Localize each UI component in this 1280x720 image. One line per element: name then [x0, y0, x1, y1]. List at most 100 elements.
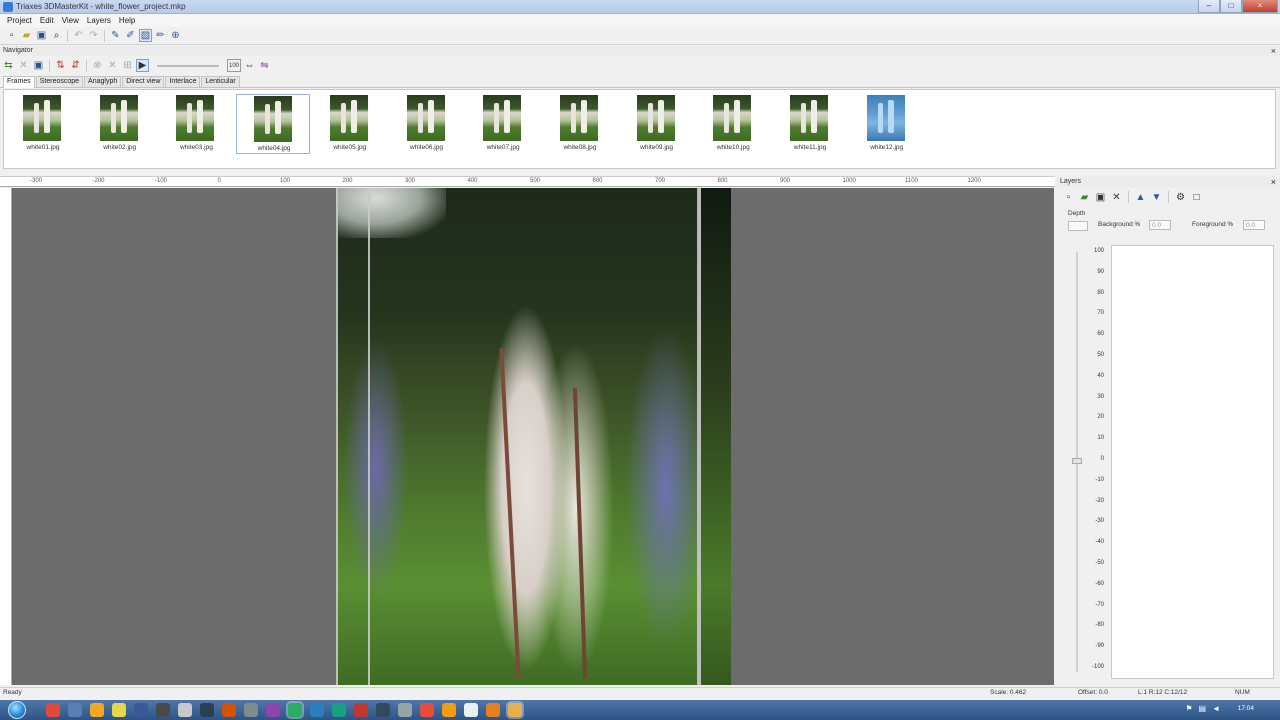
- taskbar-app-icon[interactable]: [46, 703, 60, 717]
- taskbar-app-icon[interactable]: [134, 703, 148, 717]
- flower-image[interactable]: [336, 188, 731, 685]
- taskbar-app-icon[interactable]: [68, 703, 82, 717]
- move-layer-down-icon[interactable]: ▼: [1150, 191, 1163, 204]
- eraser-tool-icon[interactable]: ✏: [154, 29, 167, 42]
- menu-view[interactable]: View: [58, 14, 83, 27]
- sort-up-icon[interactable]: ⇵: [69, 59, 82, 72]
- frame-thumbnail[interactable]: white11.jpg: [773, 94, 847, 154]
- frame-name: white11.jpg: [793, 144, 827, 151]
- zoom-value[interactable]: 100: [227, 59, 241, 72]
- add-frames-icon[interactable]: ⇆: [2, 59, 15, 72]
- taskbar-app-icon[interactable]: [376, 703, 390, 717]
- frame-thumbnail[interactable]: white06.jpg: [390, 94, 464, 154]
- frame-thumbnail[interactable]: white10.jpg: [696, 94, 770, 154]
- taskbar-app-icon[interactable]: [332, 703, 346, 717]
- taskbar-app-icon[interactable]: [508, 703, 522, 717]
- sort-down-icon[interactable]: ⇅: [54, 59, 67, 72]
- taskbar-app-icon[interactable]: [156, 703, 170, 717]
- open-folder-icon[interactable]: ▰: [20, 29, 33, 42]
- frame-thumbnail[interactable]: white12.jpg: [850, 94, 924, 154]
- tab-frames[interactable]: Frames: [3, 76, 35, 88]
- play-icon[interactable]: ▶: [136, 59, 149, 72]
- background-input[interactable]: 0.0: [1149, 220, 1171, 230]
- depth-scale-label: -40: [1095, 539, 1104, 546]
- network-icon[interactable]: ▤: [1199, 704, 1207, 713]
- taskbar-app-icon[interactable]: [200, 703, 214, 717]
- frame-thumbnail[interactable]: white08.jpg: [543, 94, 617, 154]
- layer-list[interactable]: [1111, 245, 1274, 679]
- frame-thumbnail[interactable]: white01.jpg: [6, 94, 80, 154]
- taskbar-app-icon[interactable]: [112, 703, 126, 717]
- tab-anaglyph[interactable]: Anaglyph: [84, 76, 122, 87]
- crop-guide-left[interactable]: [336, 188, 338, 685]
- tab-direct-view[interactable]: Direct view: [122, 76, 165, 87]
- frame-thumbnail[interactable]: white09.jpg: [620, 94, 694, 154]
- minimize-button[interactable]: –: [1198, 0, 1220, 13]
- zoom-slider[interactable]: [157, 64, 219, 67]
- taskbar-app-icon[interactable]: [354, 703, 368, 717]
- view-mode-icon[interactable]: ⇔: [243, 59, 256, 72]
- taskbar-app-icon[interactable]: [464, 703, 478, 717]
- save-frames-icon[interactable]: ▣: [32, 59, 45, 72]
- remove-frame-icon[interactable]: ✕: [17, 59, 30, 72]
- layer-settings-icon[interactable]: ⚙: [1174, 191, 1187, 204]
- start-button[interactable]: [8, 701, 26, 719]
- menu-layers[interactable]: Layers: [83, 14, 115, 27]
- taskbar-app-icon[interactable]: [244, 703, 258, 717]
- pencil-tool-icon[interactable]: ✎: [109, 29, 122, 42]
- frame-thumbnail[interactable]: white03.jpg: [159, 94, 233, 154]
- taskbar-app-icon[interactable]: [486, 703, 500, 717]
- new-file-icon[interactable]: ▫: [5, 29, 18, 42]
- taskbar-app-icon[interactable]: [90, 703, 104, 717]
- print-preview-icon[interactable]: ⌕: [50, 29, 63, 42]
- tab-lenticular[interactable]: Lenticular: [201, 76, 240, 87]
- flag-icon[interactable]: ⚑: [1185, 704, 1192, 713]
- brush-tool-icon[interactable]: ✐: [124, 29, 137, 42]
- move-layer-up-icon[interactable]: ▲: [1134, 191, 1147, 204]
- align-icon[interactable]: ⊗: [91, 59, 104, 72]
- menu-edit[interactable]: Edit: [36, 14, 58, 27]
- new-layer-icon[interactable]: ▫: [1062, 191, 1075, 204]
- tab-interlace[interactable]: Interlace: [165, 76, 201, 87]
- image-workspace[interactable]: [12, 188, 1054, 685]
- taskbar-app-icon[interactable]: [222, 703, 236, 717]
- crop-guide-right[interactable]: [697, 188, 699, 685]
- crop-icon[interactable]: ✕: [106, 59, 119, 72]
- frame-thumbnail[interactable]: white04.jpg: [236, 94, 311, 154]
- rotate-icon[interactable]: ⊞: [121, 59, 134, 72]
- foreground-input[interactable]: 0.0: [1243, 220, 1265, 230]
- depth-scale-label: -20: [1095, 497, 1104, 504]
- frame-thumbnail[interactable]: white07.jpg: [466, 94, 540, 154]
- taskbar-app-icon[interactable]: [266, 703, 280, 717]
- layer-blank-icon[interactable]: □: [1190, 191, 1203, 204]
- loop-mode-icon[interactable]: ⇋: [258, 59, 271, 72]
- close-button[interactable]: ×: [1242, 0, 1278, 13]
- taskbar-app-icon[interactable]: [420, 703, 434, 717]
- menu-help[interactable]: Help: [115, 14, 139, 27]
- zoom-tool-icon[interactable]: ⊕: [169, 29, 182, 42]
- layers-close-icon[interactable]: ×: [1271, 177, 1276, 187]
- tab-stereoscope[interactable]: Stereoscope: [35, 76, 84, 87]
- delete-layer-icon[interactable]: ✕: [1110, 191, 1123, 204]
- depth-swatch[interactable]: [1068, 221, 1088, 231]
- taskbar-clock[interactable]: 17:04: [1238, 705, 1254, 712]
- undo-icon[interactable]: ↶: [72, 29, 85, 42]
- save-layer-icon[interactable]: ▣: [1094, 191, 1107, 204]
- save-icon[interactable]: ▣: [35, 29, 48, 42]
- select-tool-icon[interactable]: ▧: [139, 29, 152, 42]
- maximize-button[interactable]: □: [1220, 0, 1242, 13]
- crop-guide-inner[interactable]: [368, 188, 370, 685]
- navigator-close-icon[interactable]: ×: [1271, 46, 1276, 56]
- depth-slider-thumb[interactable]: [1072, 458, 1082, 464]
- redo-icon[interactable]: ↷: [87, 29, 100, 42]
- menu-project[interactable]: Project: [3, 14, 36, 27]
- taskbar-app-icon[interactable]: [310, 703, 324, 717]
- open-layer-icon[interactable]: ▰: [1078, 191, 1091, 204]
- volume-icon[interactable]: ◄: [1212, 704, 1220, 713]
- frame-thumbnail[interactable]: white02.jpg: [83, 94, 157, 154]
- frame-thumbnail[interactable]: white05.jpg: [313, 94, 387, 154]
- taskbar-app-icon[interactable]: [398, 703, 412, 717]
- taskbar-app-icon[interactable]: [178, 703, 192, 717]
- taskbar-app-icon[interactable]: [288, 703, 302, 717]
- taskbar-app-icon[interactable]: [442, 703, 456, 717]
